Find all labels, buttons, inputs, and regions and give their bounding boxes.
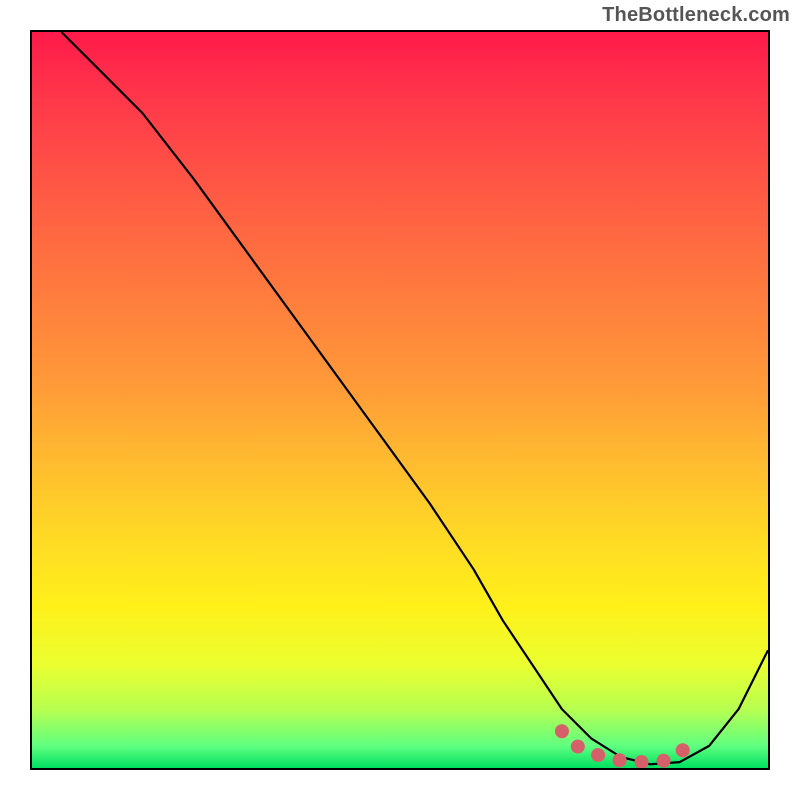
optimal-region-dot-path — [562, 731, 695, 762]
chart-container: TheBottleneck.com — [0, 0, 800, 800]
optimal-region-dots — [562, 731, 695, 762]
plot-svg — [32, 32, 768, 768]
plot-frame — [30, 30, 770, 770]
watermark-text: TheBottleneck.com — [602, 4, 790, 27]
bottleneck-curve — [61, 32, 768, 764]
